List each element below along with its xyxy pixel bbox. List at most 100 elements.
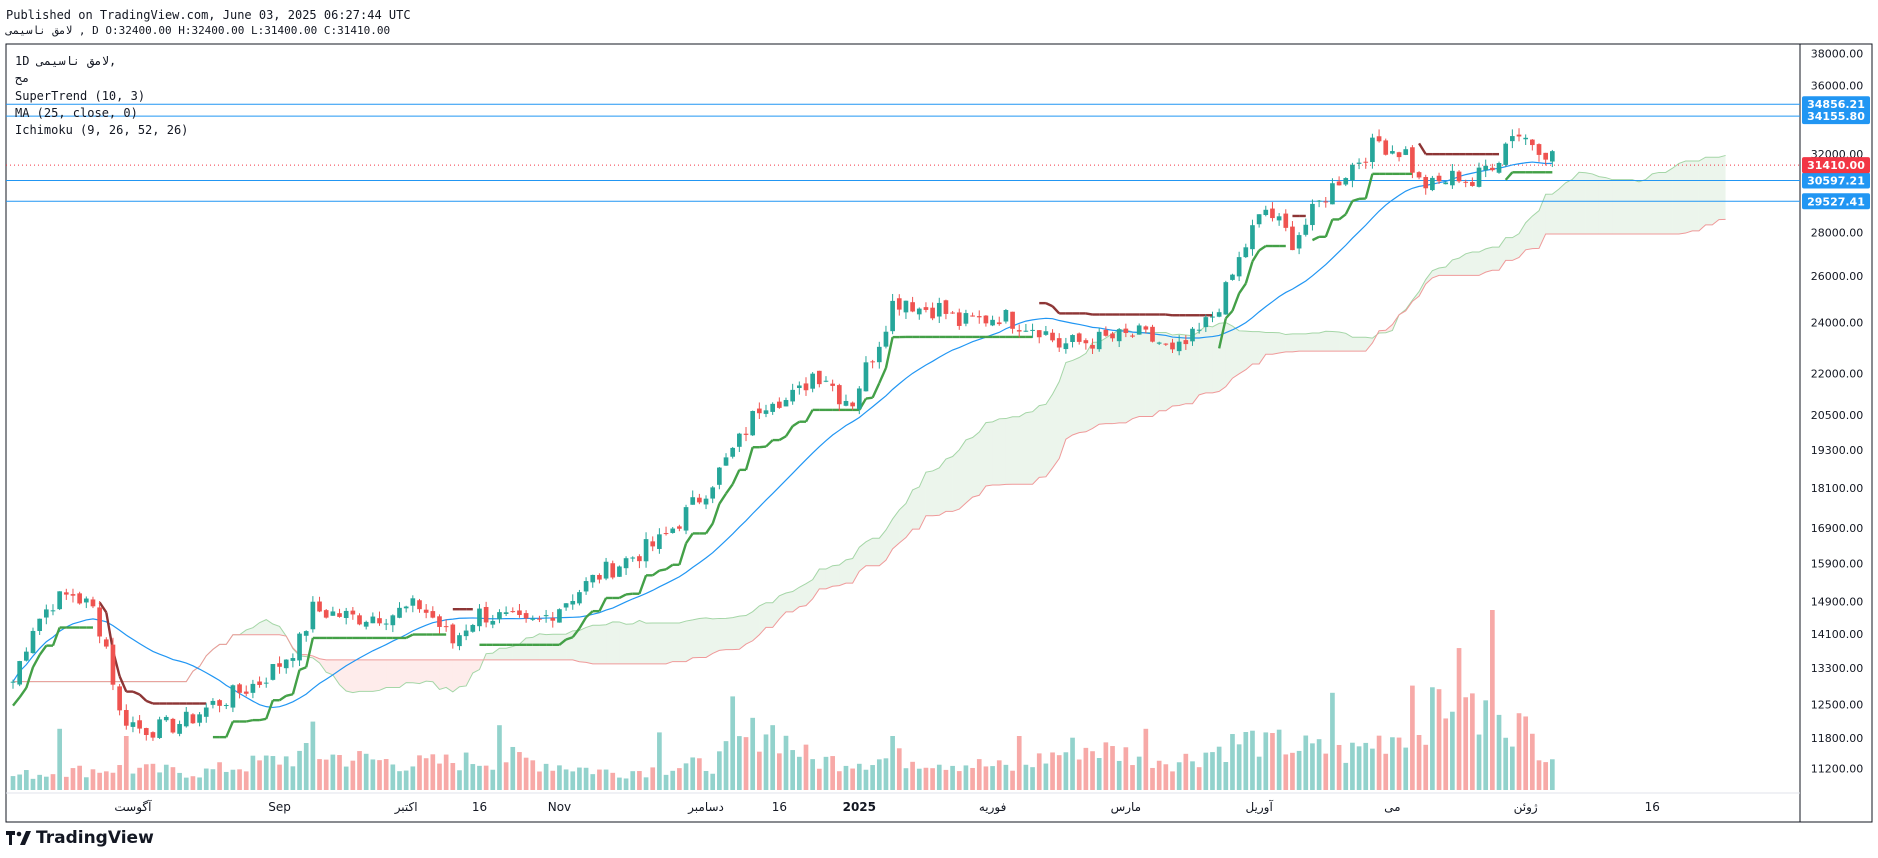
candle	[423, 604, 429, 619]
candle-body	[1403, 149, 1409, 155]
volume-bar	[783, 735, 789, 790]
supertrend-segment	[665, 563, 674, 571]
cloud-segment	[666, 623, 673, 664]
volume-bar	[1043, 763, 1049, 790]
candle	[830, 379, 835, 392]
ma-legend[interactable]: MA (25, close, 0)	[15, 106, 138, 120]
candle-body	[97, 607, 102, 637]
horizontal-lines[interactable]	[6, 103, 1800, 202]
candle	[143, 727, 149, 741]
volume-bar	[1363, 742, 1369, 790]
candle-body	[1530, 139, 1535, 146]
cloud-segment	[1105, 333, 1113, 424]
candle-body	[43, 609, 49, 618]
cloud-segment	[352, 659, 360, 693]
volume-bar	[717, 751, 722, 790]
cloud-segment	[1132, 331, 1140, 419]
cloud-segment	[586, 625, 593, 664]
candle	[1250, 219, 1255, 256]
moving-average-line	[12, 161, 1553, 709]
volume-bar	[657, 732, 662, 790]
candle	[1056, 333, 1062, 352]
supertrend-segment	[1051, 305, 1061, 315]
candle	[210, 698, 216, 709]
volume-bar	[390, 764, 396, 790]
supertrend-segment	[778, 435, 787, 442]
candle-body	[543, 615, 549, 617]
cloud-segment	[1245, 331, 1253, 370]
candle	[297, 632, 302, 667]
y-tick-label: 38000.00	[1811, 48, 1864, 61]
candle	[723, 453, 729, 466]
cloud-segment	[1252, 331, 1260, 364]
price-chart[interactable]: 38000.0036000.0032000.0028000.0026000.00…	[0, 0, 1878, 858]
time-axis[interactable]: آگوست Sep اکتبر 16 Nov دسامبر 16 2025 فوریه مارس آ…	[114, 799, 1660, 815]
candle-body	[150, 732, 156, 738]
candle-body	[1276, 216, 1282, 221]
candle-body	[257, 681, 262, 685]
volume-bar	[383, 759, 389, 790]
candle-body	[1483, 165, 1489, 171]
candle-body	[1463, 181, 1469, 183]
volume-bar	[630, 771, 636, 790]
volume-bar	[150, 763, 156, 790]
volume-bar	[1370, 748, 1375, 790]
ichimoku-legend[interactable]: Ichimoku (9, 26, 52, 26)	[15, 123, 188, 137]
cloud-segment	[366, 659, 373, 692]
candle-body	[990, 319, 995, 326]
volume-bar	[117, 765, 122, 790]
volume-bar	[1083, 747, 1089, 790]
volume-bar	[103, 771, 109, 790]
candle-body	[270, 664, 276, 680]
volume-bar	[1210, 752, 1215, 790]
candle	[1450, 163, 1455, 189]
volume-bar	[137, 767, 142, 790]
candle	[1396, 151, 1402, 162]
supertrend-segment	[12, 696, 21, 707]
candle	[523, 610, 529, 623]
cloud-segment	[646, 623, 653, 664]
volume-bar	[463, 752, 469, 790]
candle-body	[30, 630, 36, 654]
cloud-segment	[699, 617, 707, 658]
candle	[670, 526, 676, 534]
candle	[983, 315, 989, 327]
price-axis[interactable]: 38000.0036000.0032000.0028000.0026000.00…	[1811, 48, 1864, 776]
candle	[263, 677, 269, 688]
candle-body	[37, 618, 42, 631]
candle	[1296, 232, 1302, 255]
candle	[1283, 209, 1289, 232]
candle	[463, 624, 469, 641]
cloud-segment	[1605, 177, 1613, 234]
candle	[150, 731, 156, 741]
candle-body	[1516, 134, 1522, 137]
volume-bar	[483, 765, 489, 790]
candle-body	[57, 591, 62, 610]
volume-bar	[1416, 735, 1422, 790]
candle-body	[1503, 143, 1509, 165]
y-tick-label: 14100.00	[1811, 628, 1864, 641]
cloud-segment	[1512, 233, 1520, 261]
supertrend-segment	[878, 367, 888, 384]
supertrend-legend[interactable]: SuperTrend (10, 3)	[15, 89, 145, 103]
cloud-segment	[1125, 329, 1133, 423]
candle-body	[763, 410, 769, 414]
volume-bar	[1296, 750, 1302, 790]
supertrend-line	[12, 142, 1553, 739]
x-tick-label: 16	[1645, 800, 1660, 814]
candle	[1083, 338, 1089, 350]
y-tick-label: 22000.00	[1811, 368, 1864, 381]
candle-body	[1490, 167, 1495, 171]
volume-bar	[750, 717, 756, 790]
candle	[883, 325, 889, 349]
candle-body	[1156, 342, 1162, 344]
volume-bar	[1383, 753, 1389, 790]
volume-bar	[530, 760, 536, 790]
candle-body	[330, 611, 336, 616]
candle	[563, 603, 569, 611]
volume-bar	[443, 754, 449, 790]
candle	[956, 308, 962, 330]
candle-body	[830, 383, 835, 386]
cloud-segment	[552, 634, 560, 660]
candle-body	[117, 686, 122, 711]
